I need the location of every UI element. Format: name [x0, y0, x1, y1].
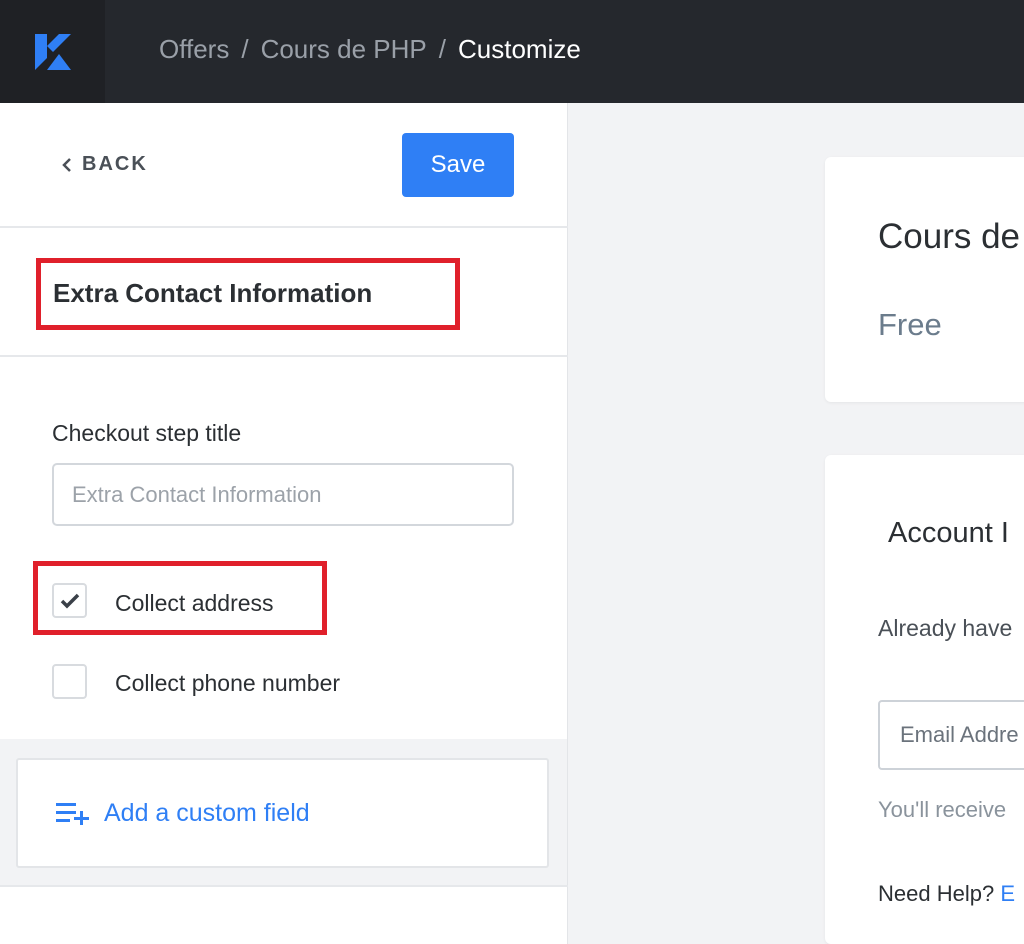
step-title-input[interactable] [52, 463, 514, 526]
kajabi-logo-icon [34, 33, 71, 70]
add-custom-field-label: Add a custom field [104, 798, 310, 827]
account-text: Already have [878, 615, 1013, 641]
breadcrumb: Offers / Cours de PHP / Customize [159, 34, 581, 65]
email-placeholder: Email Addre [900, 722, 1019, 747]
top-bar: Offers / Cours de PHP / Customize [0, 0, 1024, 103]
help-label: Need Help? [878, 881, 995, 906]
divider [0, 355, 568, 357]
account-title: Account I [888, 517, 1009, 549]
breadcrumb-offers[interactable]: Offers [159, 34, 229, 65]
highlight-box [33, 561, 327, 635]
divider [0, 226, 568, 228]
breadcrumb-current: Customize [457, 34, 581, 64]
collect-phone-label[interactable]: Collect phone number [115, 670, 340, 697]
chevron-left-icon [62, 157, 71, 172]
product-price: Free [878, 307, 942, 342]
settings-panel: BACK Save Extra Contact Information Chec… [0, 103, 568, 944]
help-text: Need Help? E [878, 881, 1015, 907]
logo[interactable] [0, 0, 105, 103]
breadcrumb-course[interactable]: Cours de PHP [261, 34, 427, 65]
breadcrumb-separator: / [438, 34, 446, 64]
account-card: Account I Already have Email Addre You'l… [825, 455, 1024, 944]
save-button[interactable]: Save [402, 133, 514, 197]
divider [0, 885, 568, 887]
highlight-box [36, 258, 460, 330]
help-link[interactable]: E [1000, 881, 1015, 906]
step-title-label: Checkout step title [52, 420, 242, 446]
back-button[interactable]: BACK [62, 153, 148, 176]
product-title: Cours de [878, 217, 1021, 256]
email-input[interactable]: Email Addre [878, 700, 1024, 770]
custom-field-section: Add a custom field [0, 739, 567, 886]
product-card: Cours de Free [825, 157, 1024, 402]
playlist-add-icon [56, 803, 89, 825]
breadcrumb-separator: / [241, 34, 249, 64]
back-label: BACK [82, 153, 148, 175]
collect-phone-checkbox[interactable] [52, 664, 87, 699]
add-custom-field-button[interactable]: Add a custom field [16, 758, 549, 868]
email-note: You'll receive [878, 797, 1007, 822]
